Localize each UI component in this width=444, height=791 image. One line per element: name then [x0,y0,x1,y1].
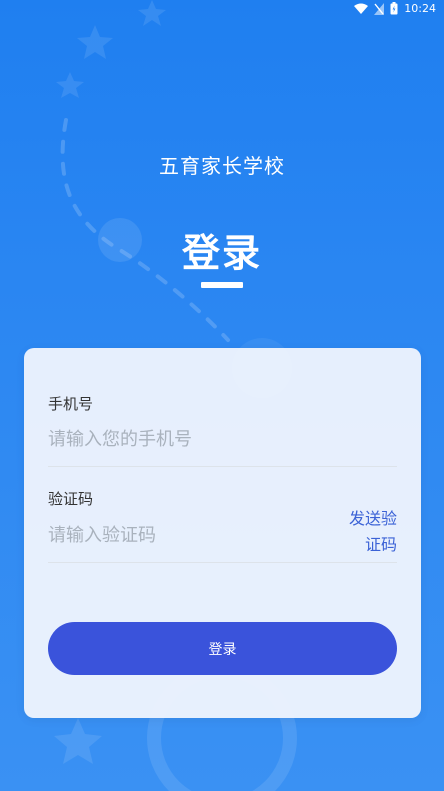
send-code-button[interactable]: 发送验证码 [345,506,397,558]
status-time: 10:24 [404,2,436,15]
phone-divider [48,466,397,467]
phone-input[interactable] [48,424,348,454]
no-signal-icon [374,2,385,15]
star-decoration [54,718,102,764]
wifi-icon [354,3,369,14]
code-label: 验证码 [48,490,94,508]
phone-label: 手机号 [48,395,94,413]
status-bar: 10:24 [0,0,444,18]
page-title: 登录 [181,231,262,275]
code-input[interactable] [48,520,308,550]
star-decoration [77,25,113,59]
star-decoration [56,72,84,98]
login-button[interactable]: 登录 [48,622,397,675]
title-underline [201,282,243,288]
school-name: 五育家长学校 [159,154,285,178]
code-divider [48,562,397,563]
login-card: 手机号 验证码 发送验证码 登录 [24,348,421,718]
battery-icon [390,2,398,15]
